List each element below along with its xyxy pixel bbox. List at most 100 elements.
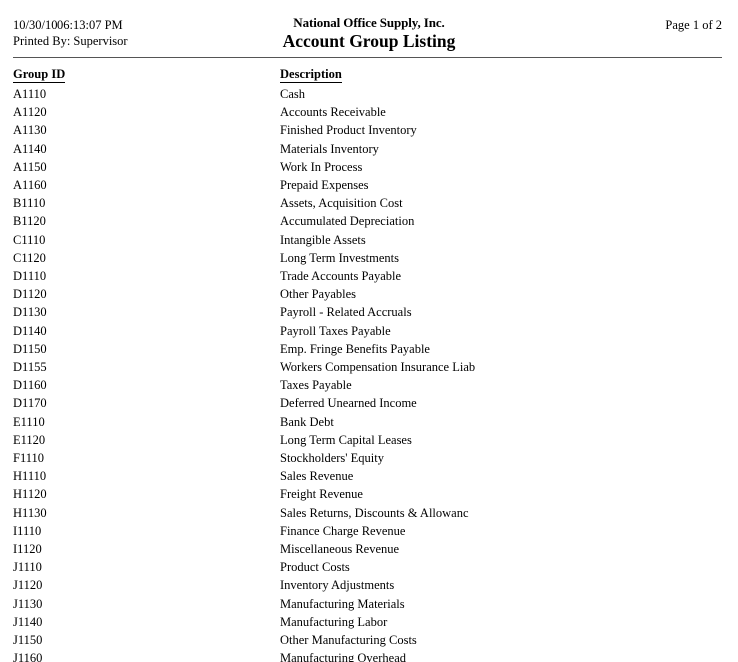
table-row: A1140Materials InventoryA1Current Assets… (0, 140, 738, 158)
cell-description: Payroll - Related Accruals (280, 305, 412, 320)
cell-description: Workers Compensation Insurance Liab (280, 360, 476, 375)
table-row: E1120Long Term Capital LeasesE1Long-Term… (0, 431, 738, 449)
cell-description: Manufacturing Materials (280, 596, 405, 611)
cell-group-id: J1120 (13, 578, 43, 593)
table-row: J1160Manufacturing OverheadK1Other Costs… (0, 649, 738, 662)
table-row: D1130Payroll - Related AccrualsD1Current… (0, 303, 738, 321)
column-header-description: Description (140, 66, 561, 85)
cell-group-id: D1150 (13, 341, 47, 356)
cell-group-id: H1130 (13, 505, 47, 520)
table-row: D1140Payroll Taxes PayableD1Current Liab… (0, 322, 738, 340)
table-row: H1130 Sales Returns, Discounts & Allowanc… (0, 504, 738, 522)
cell-group-id: H1110 (13, 469, 47, 484)
table-header-row: Group ID Description Category ID Categor… (0, 66, 738, 85)
cell-category-id: H1 (561, 467, 738, 485)
report-header: 10/30/10 06:13:07 PM Printed By: Supervi… (0, 0, 738, 57)
cell-category-id: I1 (561, 540, 738, 558)
table-row: B1110Assets, Acquisition CostB1Fixed Ass… (0, 194, 738, 212)
cell-category-id: J1 (561, 576, 738, 594)
cell-description: Prepaid Expenses (280, 178, 369, 193)
cell-group-id: D1170 (13, 396, 47, 411)
table-row: H1120Freight RevenueH1Revenue1.00 (0, 485, 738, 503)
report-page: 10/30/10 06:13:07 PM Printed By: Supervi… (0, 0, 738, 662)
cell-category-id: E1 (561, 413, 738, 431)
table-row: H1110Sales RevenueH1Revenue1.00 (0, 467, 738, 485)
cell-category-id: A1 (561, 85, 738, 103)
table-row: D1150Emp. Fringe Benefits PayableD1Curre… (0, 340, 738, 358)
cell-category-id: K1 (561, 631, 738, 649)
cell-category-id: K1 (561, 613, 738, 631)
cell-group-id: D1155 (13, 360, 47, 375)
column-header-group-id-label: Group ID (13, 67, 66, 83)
table-row: A1150Work In ProcessA1Current Assets1.00 (0, 158, 738, 176)
cell-group-id: C1110 (13, 232, 46, 247)
table-row: C1110Intangible AssetsC1Other Assets1.00 (0, 231, 738, 249)
cell-group-id: A1120 (13, 105, 47, 120)
table-row: D1120Other PayablesD1Current Liabilities… (0, 285, 738, 303)
cell-description: Taxes Payable (280, 378, 352, 393)
cell-description: Stockholders' Equity (280, 451, 384, 466)
cell-description: Sales Returns, Discounts & Allowanc (280, 505, 469, 520)
table-row: E1110Bank DebtE1Long-Term Liabilities1.0… (0, 413, 738, 431)
column-header-group-id: Group ID (0, 66, 140, 85)
cell-group-id: F1110 (13, 451, 45, 466)
cell-group-id: D1110 (13, 269, 47, 284)
table-row: J1120Inventory AdjustmentsJ1Cost of Sale… (0, 576, 738, 594)
table-row: D1110Trade Accounts PayableD1Current Lia… (0, 267, 738, 285)
cell-description: Inventory Adjustments (280, 578, 395, 593)
cell-group-id: A1130 (13, 123, 47, 138)
table-row: D1160Taxes PayableD1Current Liabilities1… (0, 376, 738, 394)
cell-group-id: D1160 (13, 378, 47, 393)
cell-category-id: D1 (561, 358, 738, 376)
cell-group-id: D1130 (13, 305, 47, 320)
cell-group-id: J1110 (13, 560, 42, 575)
table-body: A1110CashA1Current Assets1.00A1120Accoun… (0, 85, 738, 662)
table-row: I1110Finance Charge RevenueI1Other Reven… (0, 522, 738, 540)
cell-description: Product Costs (280, 560, 350, 575)
cell-description: Accumulated Depreciation (280, 214, 415, 229)
cell-category-id: K1 (561, 595, 738, 613)
table-row: C1120Long Term InvestmentsA2Investments1… (0, 249, 738, 267)
cell-description: Intangible Assets (280, 232, 366, 247)
cell-group-id: A1140 (13, 141, 47, 156)
header-divider (13, 57, 722, 58)
table-row: A1110CashA1Current Assets1.00 (0, 85, 738, 103)
cell-description: Long Term Investments (280, 250, 400, 265)
cell-category-id: A2 (561, 249, 738, 267)
cell-group-id: E1110 (13, 414, 45, 429)
cell-group-id: C1120 (13, 250, 46, 265)
cell-category-id: D1 (561, 267, 738, 285)
table-row: I1120Miscellaneous RevenueI1Other Revenu… (0, 540, 738, 558)
cell-description: Finance Charge Revenue (280, 523, 406, 538)
cell-description: Work In Process (280, 159, 363, 174)
cell-description: Freight Revenue (280, 487, 363, 502)
cell-description: Bank Debt (280, 414, 334, 429)
cell-description: Manufacturing Overhead (280, 651, 406, 662)
cell-category-id: D1 (561, 285, 738, 303)
cell-description: Finished Product Inventory (280, 123, 417, 138)
cell-group-id: D1140 (13, 323, 47, 338)
cell-description: Other Manufacturing Costs (280, 633, 417, 648)
cell-group-id: A1110 (13, 87, 47, 101)
company-name: National Office Supply, Inc. (293, 15, 445, 30)
table-row: J1110Product CostsJ1Cost of Sales1.00 (0, 558, 738, 576)
column-header-category-id: Category ID (561, 66, 738, 85)
cell-group-id: J1140 (13, 614, 43, 629)
cell-group-id: J1130 (13, 596, 43, 611)
cell-category-id: B1 (561, 212, 738, 230)
cell-description: Materials Inventory (280, 141, 379, 156)
cell-category-id: A1 (561, 140, 738, 158)
account-group-table: Group ID Description Category ID Categor… (0, 66, 738, 662)
cell-category-id: E1 (561, 431, 738, 449)
table-row: D1170Deferred Unearned IncomeD1Current L… (0, 394, 738, 412)
table-row: A1160Prepaid ExpensesA1Current Assets1.0… (0, 176, 738, 194)
cell-description: Assets, Acquisition Cost (280, 196, 403, 211)
cell-category-id: C1 (561, 231, 738, 249)
cell-group-id: I1110 (13, 523, 42, 538)
table-row: D1155 Workers Compensation Insurance Liab… (0, 358, 738, 376)
cell-description: Cash (280, 87, 305, 101)
cell-description: Accounts Receivable (280, 105, 386, 120)
cell-group-id: D1120 (13, 287, 47, 302)
page-title: Account Group Listing (282, 31, 456, 51)
table-row: A1120Accounts ReceivableA1Current Assets… (0, 103, 738, 121)
